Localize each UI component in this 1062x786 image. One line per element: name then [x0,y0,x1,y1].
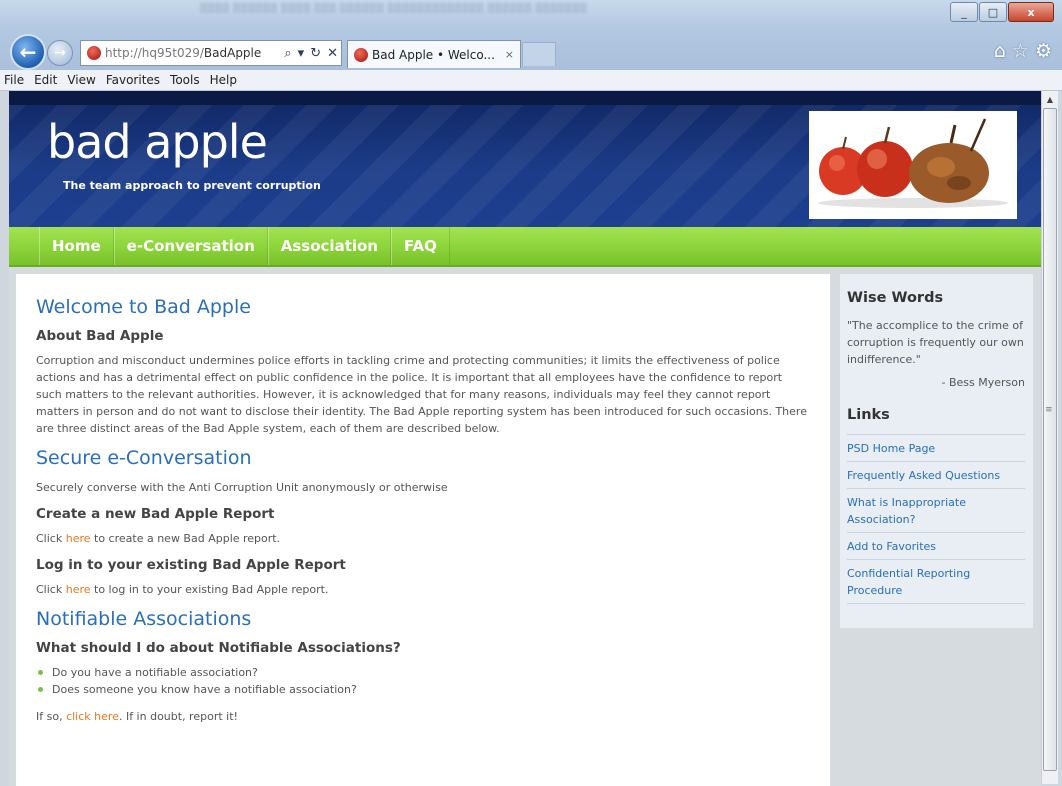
secure-conversation-text: Securely converse with the Anti Corrupti… [36,481,448,494]
site-navbar: Home e-Conversation Association FAQ [9,227,1041,267]
links-heading: Links [847,407,890,423]
about-heading: About Bad Apple [36,328,164,344]
back-button[interactable]: ← [10,34,46,70]
menu-help[interactable]: Help [205,73,242,87]
window-titlebar: ▒▒▒▒ ▒▒▒▒▒▒ ▒▒▒▒ ▒▒▒ ▒▒▒▒▒▒ ▒▒▒▒▒▒▒▒▒▒▒▒… [0,0,1062,70]
sidebar-links: PSD Home Page Frequently Asked Questions… [847,434,1025,604]
final-suffix: . If in doubt, report it! [118,710,238,723]
login-report-heading: Log in to your existing Bad Apple Report [36,557,346,573]
address-bar[interactable]: http://hq95t029/BadApple ⌕ ▾ ↻ ✕ [80,40,342,66]
menu-view[interactable]: View [62,73,100,87]
refresh-icon[interactable]: ↻ [310,46,321,61]
notifiable-associations-heading: What should I do about Notifiable Associ… [36,640,401,656]
address-url[interactable]: http://hq95t029/BadApple [105,46,281,60]
home-icon[interactable]: ⌂ [994,40,1006,62]
window-controls: _ □ x [949,2,1054,22]
minimize-button[interactable]: _ [950,2,978,22]
menu-file[interactable]: File [0,73,29,87]
login-report-link[interactable]: here [66,583,91,596]
favorites-star-icon[interactable]: ☆ [1012,40,1029,62]
close-window-button[interactable]: x [1008,2,1054,22]
menu-bar: File Edit View Favorites Tools Help [0,70,1062,91]
main-content: Welcome to Bad Apple About Bad Apple Cor… [16,274,830,786]
forward-button[interactable]: → [47,40,73,66]
nav-e-conversation[interactable]: e-Conversation [113,227,268,265]
site-logo-title[interactable]: bad apple [47,119,268,165]
scroll-up-arrow-icon[interactable]: ▲ [1042,91,1058,108]
list-item: Does someone you know have a notifiable … [36,681,810,698]
create-report-link[interactable]: here [66,532,91,545]
sidebar-link-inappropriate-association[interactable]: What is Inappropriate Association? [847,489,1025,533]
menu-favorites[interactable]: Favorites [101,73,165,87]
browser-tab[interactable]: Bad Apple • Welco... × [347,40,521,68]
create-suffix: to create a new Bad Apple report. [90,532,281,545]
address-host: http://hq95t029/ [105,46,204,60]
address-path: BadApple [203,46,262,60]
sidebar-link-psd-home[interactable]: PSD Home Page [847,435,1025,462]
vertical-scrollbar[interactable]: ▲ ≡ [1041,91,1058,784]
site-tagline: The team approach to prevent corruption [63,179,321,192]
quote-text: "The accomplice to the crime of corrupti… [847,319,1024,366]
click-here-link[interactable]: click here [66,710,119,723]
menu-tools[interactable]: Tools [165,73,205,87]
secure-conversation-title: Secure e-Conversation [36,447,252,469]
sidebar-link-confidential-reporting[interactable]: Confidential Reporting Procedure [847,560,1025,604]
window-title-blurred: ▒▒▒▒ ▒▒▒▒▒▒ ▒▒▒▒ ▒▒▒ ▒▒▒▒▒▒ ▒▒▒▒▒▒▒▒▒▒▒▒… [200,4,588,14]
chevron-down-icon[interactable]: ▾ [298,46,305,61]
list-item: Do you have a notifiable association? [36,664,810,681]
browser-toolbar-icons: ⌂ ☆ ⚙ [994,40,1052,62]
apples-illustration [809,111,1017,219]
sidebar: Wise Words "The accomplice to the crime … [840,274,1033,628]
new-tab-button[interactable] [522,42,556,66]
scroll-thumb[interactable] [1043,108,1057,771]
tab-close-icon[interactable]: × [505,48,514,61]
wise-words-heading: Wise Words [847,290,944,306]
tab-favicon-icon [354,47,368,62]
nav-home[interactable]: Home [39,227,114,265]
quote-author: - Bess Myerson [941,376,1025,389]
search-icon[interactable]: ⌕ [284,46,291,61]
report-it-text: If so, click here. If in doubt, report i… [36,708,810,725]
welcome-title: Welcome to Bad Apple [36,296,251,318]
create-report-heading: Create a new Bad Apple Report [36,506,275,522]
apples-photo [809,111,1017,219]
sidebar-link-add-favorites[interactable]: Add to Favorites [847,533,1025,560]
site-favicon-icon [87,46,101,60]
nav-faq[interactable]: FAQ [391,227,450,265]
stop-icon[interactable]: ✕ [327,46,338,61]
site-header: bad apple The team approach to prevent c… [9,91,1041,227]
nav-association[interactable]: Association [267,227,391,265]
tools-gear-icon[interactable]: ⚙ [1035,40,1052,62]
final-prefix: If so, [36,710,67,723]
login-prefix: Click [36,583,66,596]
create-report-text: Click here to create a new Bad Apple rep… [36,530,810,547]
page-viewport: bad apple The team approach to prevent c… [9,91,1041,786]
tab-title: Bad Apple • Welco... [372,47,495,62]
menu-edit[interactable]: Edit [29,73,62,87]
notifiable-bullets: Do you have a notifiable association? Do… [36,664,810,698]
scroll-grip-icon: ≡ [1045,405,1053,415]
about-text: Corruption and misconduct undermines pol… [36,354,807,435]
sidebar-link-faq[interactable]: Frequently Asked Questions [847,462,1025,489]
login-suffix: to log in to your existing Bad Apple rep… [90,583,329,596]
nav-items: Home e-Conversation Association FAQ [39,227,450,265]
notifiable-associations-title: Notifiable Associations [36,608,252,630]
login-report-text: Click here to log in to your existing Ba… [36,581,810,598]
maximize-button[interactable]: □ [979,2,1007,22]
create-prefix: Click [36,532,66,545]
header-top-strip [9,91,1041,105]
